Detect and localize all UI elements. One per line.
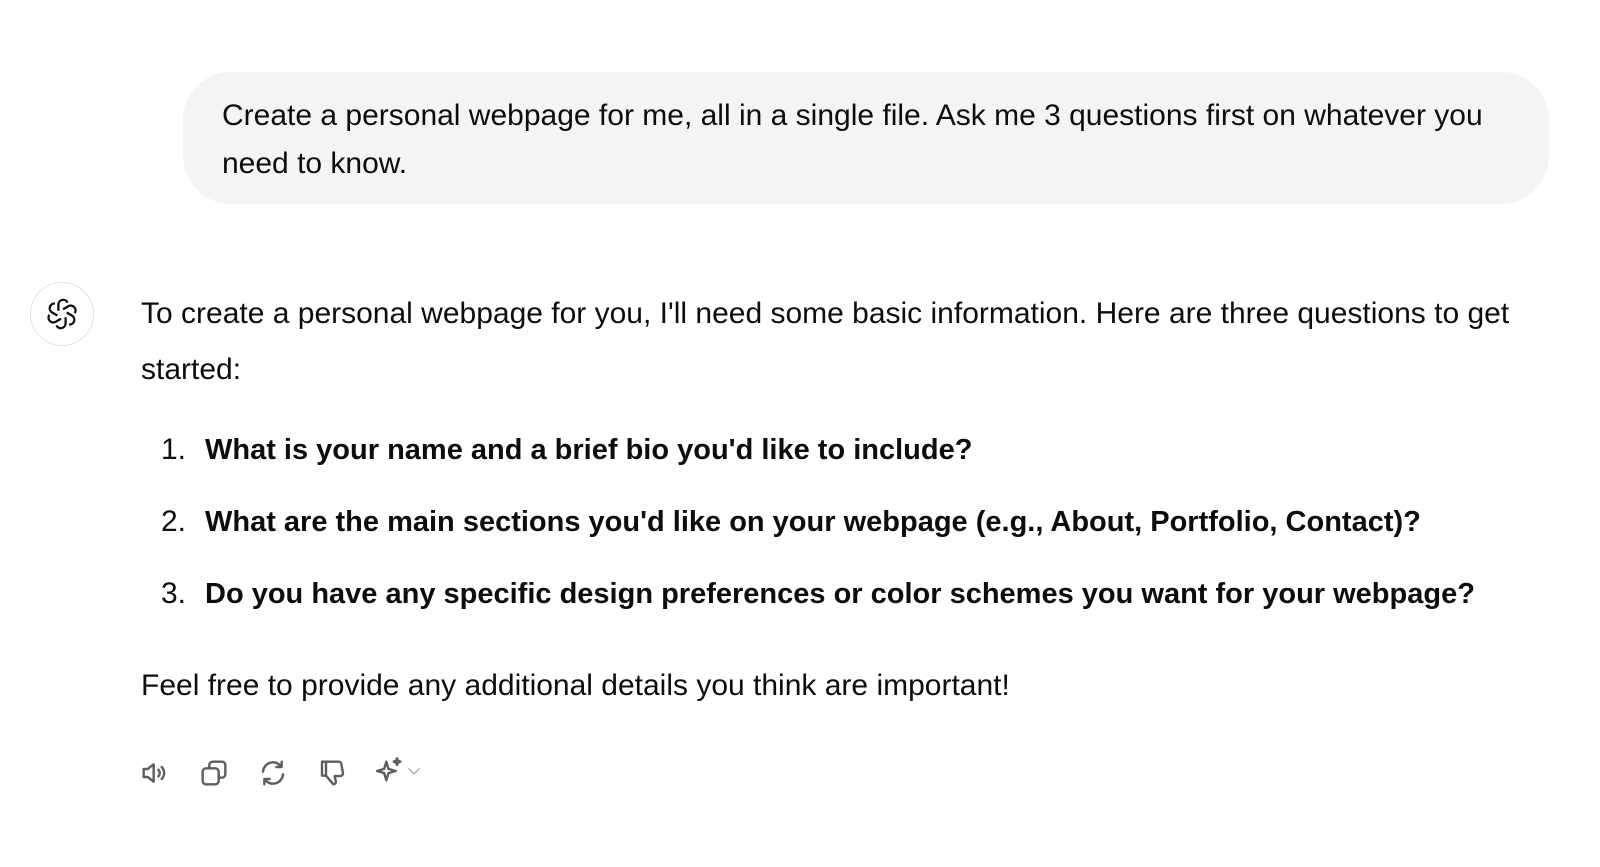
question-number: 3. xyxy=(161,577,187,610)
question-number: 2. xyxy=(161,505,187,538)
question-text: Do you have any specific design preferen… xyxy=(205,578,1475,610)
copy-button[interactable] xyxy=(196,755,232,791)
question-text: What is your name and a brief bio you'd … xyxy=(205,434,973,466)
thumbs-down-icon xyxy=(320,760,345,786)
regenerate-button[interactable] xyxy=(255,755,291,791)
copy-icon xyxy=(201,760,227,786)
regenerate-icon xyxy=(261,760,285,786)
assistant-intro-text: To create a personal webpage for you, I'… xyxy=(141,297,1510,386)
question-item: 3. Do you have any specific design prefe… xyxy=(141,574,1571,646)
question-list: 1. What is your name and a brief bio you… xyxy=(141,430,1571,646)
message-action-bar xyxy=(137,755,423,791)
question-item: 1. What is your name and a brief bio you… xyxy=(141,430,1571,502)
question-item: 2. What are the main sections you'd like… xyxy=(141,502,1571,574)
question-text: What are the main sections you'd like on… xyxy=(205,506,1421,538)
read-aloud-button[interactable] xyxy=(137,755,173,791)
assistant-outro-text: Feel free to provide any additional deta… xyxy=(141,669,1010,702)
openai-logo-icon xyxy=(47,298,77,330)
assistant-message: To create a personal webpage for you, I'… xyxy=(141,286,1571,706)
chevron-down-icon xyxy=(405,762,423,785)
thumbs-down-button[interactable] xyxy=(314,755,350,791)
model-switcher-button[interactable] xyxy=(373,755,423,792)
user-message-text: Create a personal webpage for me, all in… xyxy=(222,99,1483,180)
sparkle-icon xyxy=(373,755,405,792)
question-number: 1. xyxy=(161,433,187,466)
user-message-bubble: Create a personal webpage for me, all in… xyxy=(183,72,1549,204)
speaker-icon xyxy=(142,763,166,783)
assistant-avatar xyxy=(30,282,94,346)
